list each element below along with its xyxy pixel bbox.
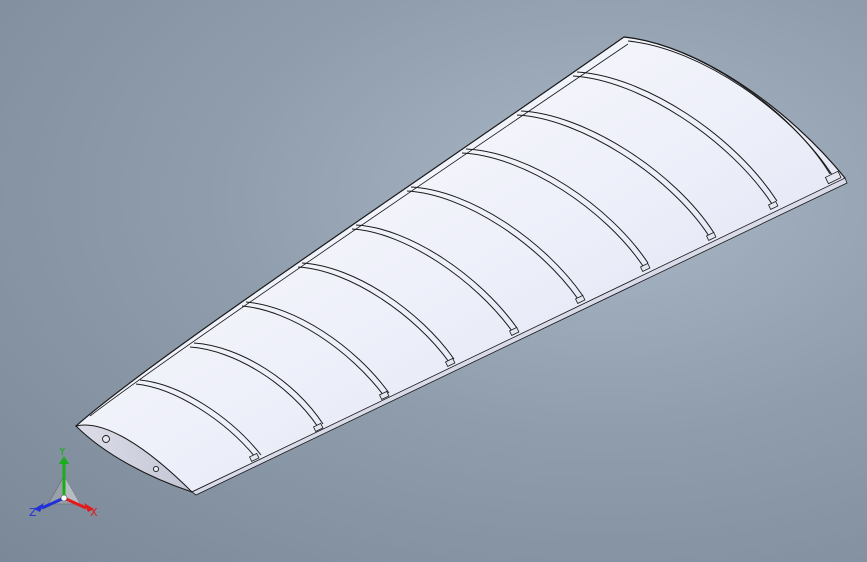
wing-model[interactable] [0,0,867,562]
graphics-viewport[interactable]: Y X Z [0,0,867,562]
z-axis-label: Z [29,506,37,519]
wing-skin[interactable] [75,36,846,493]
x-axis-label: X [90,506,98,519]
root-hole-1 [102,435,110,443]
reference-triad[interactable]: Y X Z [28,448,100,520]
y-axis-label: Y [58,448,66,458]
root-hole-2 [152,465,160,473]
